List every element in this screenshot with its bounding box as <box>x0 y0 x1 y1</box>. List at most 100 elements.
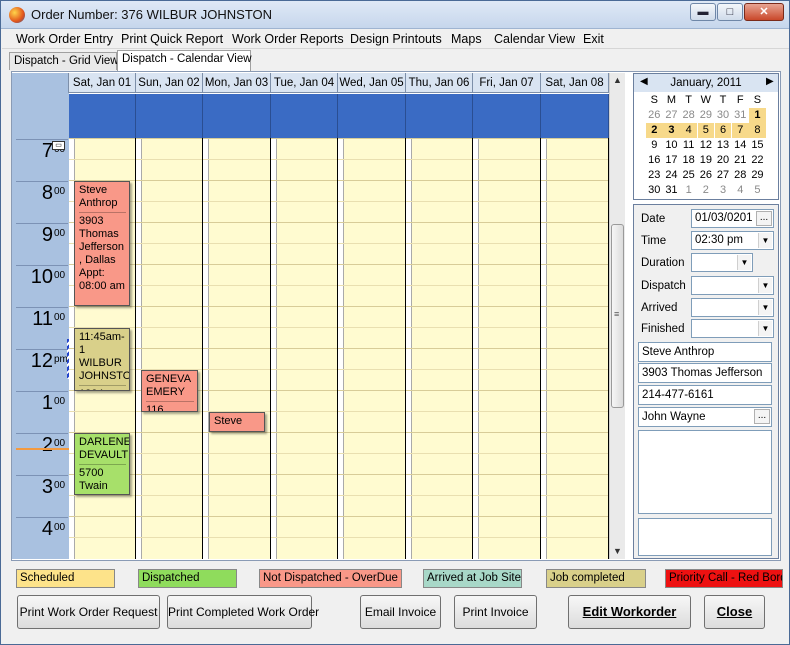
mini-calendar-day[interactable]: 2 <box>646 123 663 138</box>
mini-calendar-day[interactable]: 22 <box>749 153 766 168</box>
week-calendar[interactable]: 7008009001000110012pm100200300400 ▭ Sat,… <box>12 73 625 559</box>
mini-calendar-day[interactable]: 16 <box>646 153 663 168</box>
allday-band[interactable] <box>69 94 136 138</box>
customer-name-field[interactable]: Steve Anthrop <box>638 342 772 362</box>
calendar-scrollbar[interactable]: ▲ ≡ ▼ <box>609 73 625 559</box>
tab-grid-view[interactable]: Dispatch - Grid View <box>9 52 119 70</box>
email-invoice-button[interactable]: Email Invoice <box>360 595 441 629</box>
mini-calendar-day[interactable]: 11 <box>680 138 697 153</box>
day-column[interactable] <box>136 138 203 559</box>
mini-calendar-day[interactable]: 27 <box>663 108 680 123</box>
mini-calendar-day[interactable]: 13 <box>715 138 732 153</box>
chevron-down-icon[interactable]: ▼ <box>758 278 772 293</box>
address-field[interactable]: 3903 Thomas Jefferson <box>638 363 772 383</box>
mini-calendar-day[interactable]: 24 <box>663 168 680 183</box>
day-column[interactable] <box>271 138 338 559</box>
chevron-down-icon[interactable]: ▼ <box>758 321 772 336</box>
mini-calendar-day[interactable]: 17 <box>663 153 680 168</box>
day-header-sat-jan-08[interactable]: Sat, Jan 08 <box>541 73 609 93</box>
allday-band[interactable] <box>271 94 338 138</box>
mini-calendar-day[interactable]: 18 <box>680 153 697 168</box>
technician-field[interactable]: John Wayne... <box>638 407 772 427</box>
print-completed-work-order-button[interactable]: Print Completed Work Order <box>167 595 319 629</box>
mini-calendar-day[interactable]: 31 <box>663 183 680 198</box>
day-column[interactable] <box>338 138 406 559</box>
mini-calendar-day[interactable]: 28 <box>680 108 697 123</box>
mini-calendar-day[interactable]: 5 <box>697 123 715 138</box>
chevron-down-icon[interactable]: ▼ <box>758 300 772 315</box>
mini-calendar-day[interactable]: 28 <box>732 168 749 183</box>
day-column[interactable] <box>203 138 271 559</box>
time-marker-icon[interactable]: ▭ <box>52 141 65 150</box>
mini-calendar-day[interactable]: 31 <box>732 108 749 123</box>
menu-exit[interactable]: Exit <box>583 32 604 46</box>
chevron-down-icon[interactable]: ▼ <box>737 255 751 270</box>
mini-calendar-day[interactable]: 4 <box>732 183 749 198</box>
mini-calendar-day[interactable]: 8 <box>749 123 766 138</box>
date-picker-button[interactable]: ... <box>756 211 772 226</box>
close-button[interactable]: Close <box>704 595 765 629</box>
day-column[interactable] <box>541 138 609 559</box>
finished-select[interactable]: ▼ <box>691 319 774 338</box>
scroll-up-icon[interactable]: ▲ <box>613 75 622 85</box>
tab-calendar-view[interactable]: Dispatch - Calendar View <box>117 50 252 71</box>
mini-calendar-day[interactable]: 27 <box>715 168 732 183</box>
appointment-steve[interactable]: Steve <box>209 412 265 432</box>
mini-calendar-day[interactable]: 2 <box>698 183 715 198</box>
menu-work-order-entry[interactable]: Work Order Entry <box>16 32 113 46</box>
minimize-button[interactable]: ▬ <box>690 3 716 21</box>
print-work-order-request-button[interactable]: Print Work Order Request <box>17 595 160 629</box>
mini-calendar-day[interactable]: 5 <box>749 183 766 198</box>
allday-band[interactable] <box>136 94 203 138</box>
day-column[interactable] <box>406 138 473 559</box>
appointment-wilbur-johnston[interactable]: 11:45am-1WILBURJOHNSTON 1824 <box>74 328 130 391</box>
chevron-down-icon[interactable]: ▼ <box>758 233 772 248</box>
technician-picker-button[interactable]: ... <box>754 409 770 424</box>
appointment-steve-anthrop[interactable]: Steve Anthrop 3903 Thomas Jefferson, Dallas A… <box>74 181 130 306</box>
mini-calendar-day[interactable]: 4 <box>680 123 697 138</box>
mini-calendar-day[interactable]: 9 <box>646 138 663 153</box>
day-header-tue-jan-04[interactable]: Tue, Jan 04 <box>271 73 338 93</box>
duration-select[interactable]: ▼ <box>691 253 753 272</box>
mini-calendar-day[interactable]: 21 <box>732 153 749 168</box>
day-header-sun-jan-02[interactable]: Sun, Jan 02 <box>136 73 203 93</box>
day-header-fri-jan-07[interactable]: Fri, Jan 07 <box>473 73 541 93</box>
allday-band[interactable] <box>473 94 541 138</box>
allday-band[interactable] <box>338 94 406 138</box>
notes-textarea[interactable] <box>638 430 772 514</box>
date-field[interactable]: 01/03/0201... <box>691 209 774 228</box>
maximize-button[interactable]: □ <box>717 3 743 21</box>
phone-field[interactable]: 214-477-6161 <box>638 385 772 405</box>
mini-calendar-day[interactable]: 30 <box>646 183 663 198</box>
allday-band[interactable] <box>541 94 609 138</box>
mini-calendar-day[interactable]: 3 <box>715 183 732 198</box>
mini-calendar-day[interactable]: 30 <box>715 108 732 123</box>
dispatch-select[interactable]: ▼ <box>691 276 774 295</box>
day-header-sat-jan-01[interactable]: Sat, Jan 01 <box>69 73 136 93</box>
mini-calendar-day[interactable]: 15 <box>749 138 766 153</box>
menu-design-printouts[interactable]: Design Printouts <box>350 32 442 46</box>
mini-calendar-day[interactable]: 29 <box>698 108 715 123</box>
mini-calendar-day[interactable]: 26 <box>698 168 715 183</box>
mini-calendar-day[interactable]: 25 <box>680 168 697 183</box>
day-header-wed-jan-05[interactable]: Wed, Jan 05 <box>338 73 406 93</box>
notes2-textarea[interactable] <box>638 518 772 556</box>
menu-maps[interactable]: Maps <box>451 32 482 46</box>
time-field[interactable]: 02:30 pm ▼ <box>691 231 774 250</box>
menu-calendar-view[interactable]: Calendar View <box>494 32 575 46</box>
mini-calendar-day[interactable]: 7 <box>732 123 749 138</box>
scroll-thumb[interactable]: ≡ <box>611 224 624 408</box>
mini-calendar-day[interactable]: 10 <box>663 138 680 153</box>
mini-calendar-day[interactable]: 29 <box>749 168 766 183</box>
scroll-down-icon[interactable]: ▼ <box>613 546 622 556</box>
mini-calendar-day[interactable]: 3 <box>663 123 680 138</box>
appointment-darlene-devault[interactable]: DARLENE DEVAULT 5700 Twain <box>74 433 130 495</box>
mini-calendar-day[interactable]: 1 <box>749 108 766 123</box>
day-header-mon-jan-03[interactable]: Mon, Jan 03 <box>203 73 271 93</box>
menu-work-order-reports[interactable]: Work Order Reports <box>232 32 344 46</box>
mini-calendar-day[interactable]: 12 <box>698 138 715 153</box>
mini-calendar-day[interactable]: 20 <box>715 153 732 168</box>
mini-calendar-day[interactable]: 1 <box>680 183 697 198</box>
print-invoice-button[interactable]: Print Invoice <box>454 595 537 629</box>
mini-calendar-day[interactable]: 26 <box>646 108 663 123</box>
